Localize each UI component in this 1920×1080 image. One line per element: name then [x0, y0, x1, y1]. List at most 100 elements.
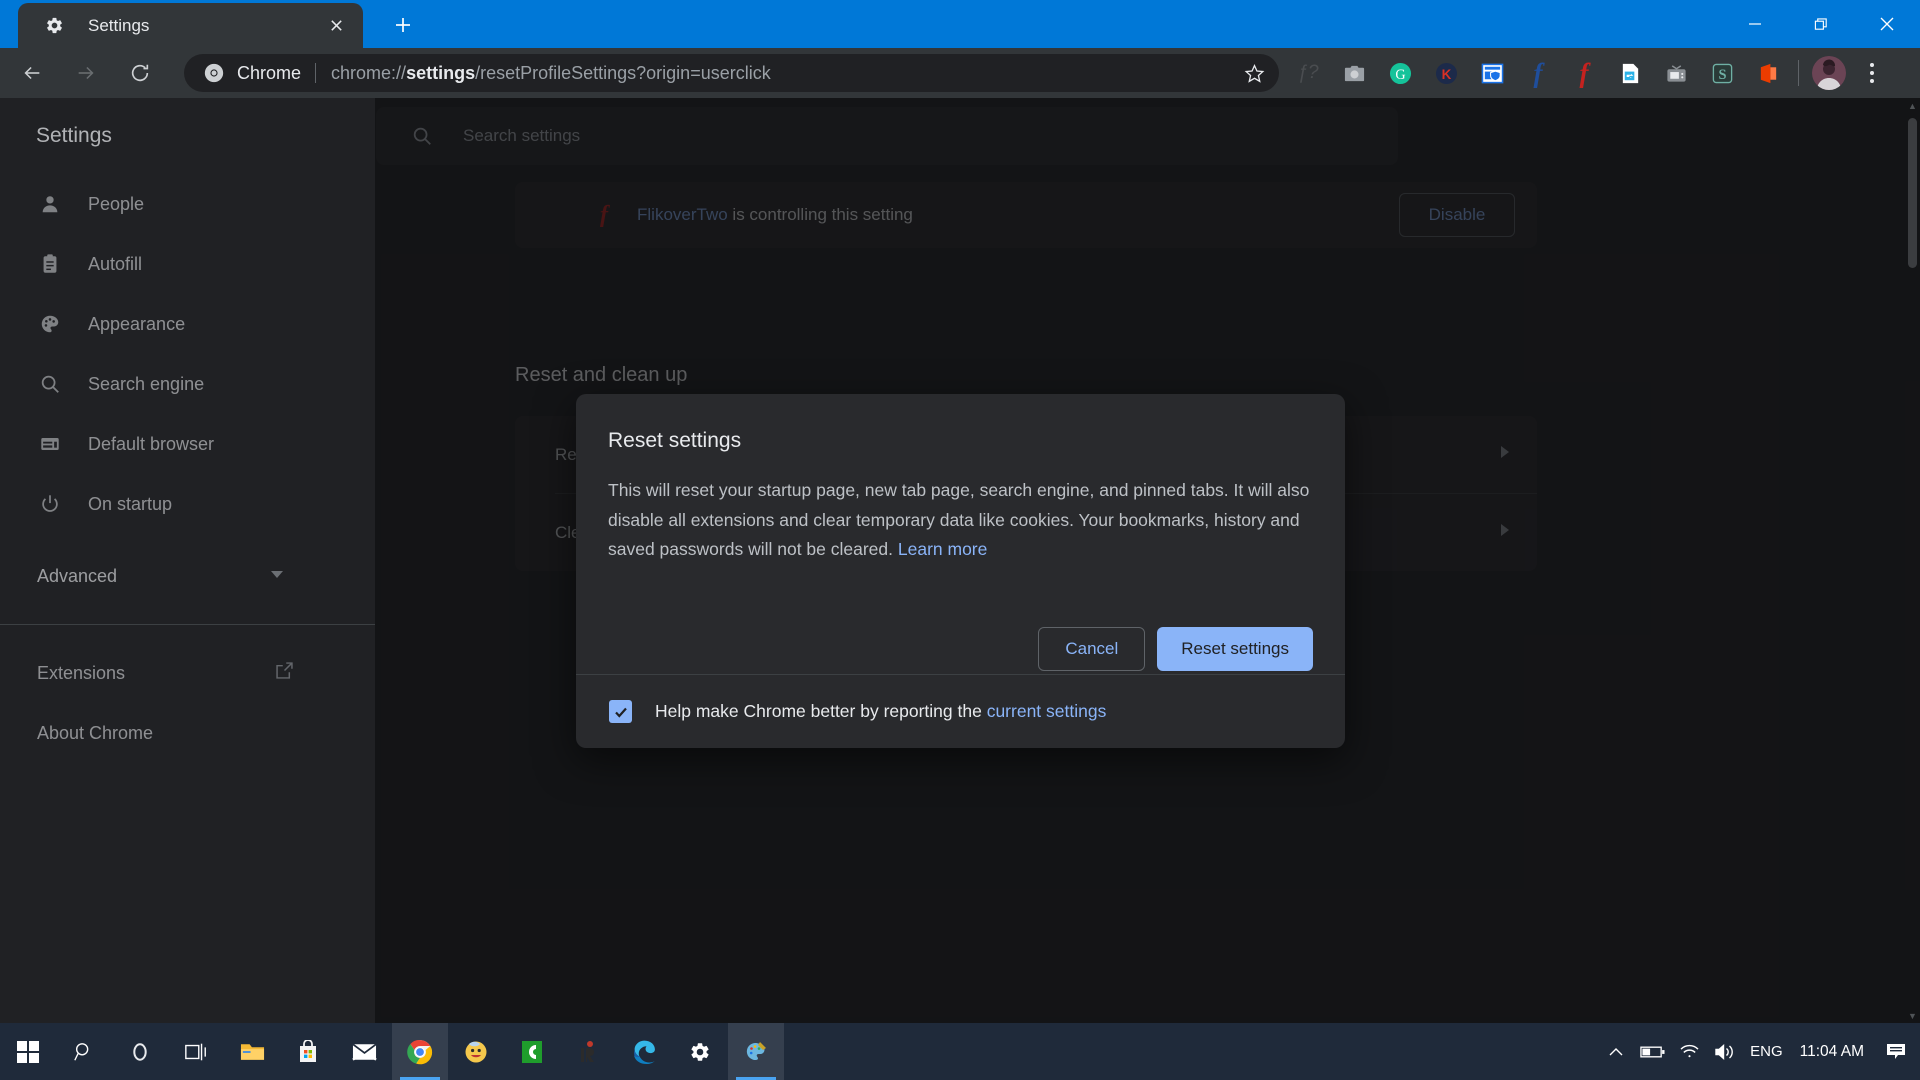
dialog-actions: Cancel Reset settings: [1038, 627, 1313, 671]
mail-button[interactable]: [336, 1023, 392, 1080]
reset-settings-confirm-button[interactable]: Reset settings: [1157, 627, 1313, 671]
task-view-button[interactable]: [168, 1023, 224, 1080]
start-button[interactable]: [0, 1023, 56, 1080]
browser-title-bar: Settings: [0, 0, 1920, 48]
forward-button[interactable]: [64, 51, 108, 95]
language-indicator[interactable]: ENG: [1743, 1023, 1790, 1080]
video-extension-icon[interactable]: [1653, 51, 1699, 95]
dialog-body: This will reset your startup page, new t…: [608, 480, 1310, 559]
sidebar-item-label: Search engine: [88, 373, 205, 394]
power-icon: [37, 493, 63, 515]
palette-icon: [37, 313, 63, 335]
omnibox-url: chrome://settings/resetProfileSettings?o…: [331, 62, 771, 83]
office-extension-icon[interactable]: [1745, 51, 1791, 95]
back-button[interactable]: [10, 51, 54, 95]
edge-button[interactable]: [616, 1023, 672, 1080]
sidebar-item-label: Appearance: [88, 313, 186, 334]
sidebar-item-extensions[interactable]: Extensions: [0, 643, 375, 703]
grammarly-extension-icon[interactable]: G: [1377, 51, 1423, 95]
sidebar-divider: [0, 624, 375, 625]
minimize-button[interactable]: [1722, 0, 1788, 48]
report-settings-label: Help make Chrome better by reporting the…: [655, 701, 1107, 721]
sidebar-item-label: Autofill: [88, 253, 143, 274]
facebook-blue-extension-icon[interactable]: f: [1515, 51, 1561, 95]
page-title: Settings: [36, 124, 112, 147]
sidebar-item-about-chrome[interactable]: About Chrome: [0, 703, 375, 763]
kaspersky-extension-icon[interactable]: K: [1423, 51, 1469, 95]
sidebar-item-advanced[interactable]: Advanced: [0, 546, 375, 606]
green-app-button[interactable]: [504, 1023, 560, 1080]
sidebar-item-label: Advanced: [37, 565, 118, 586]
person-icon: [37, 193, 63, 215]
windows-defender-extension-icon[interactable]: [1469, 51, 1515, 95]
search-icon: [37, 373, 63, 395]
cortana-button[interactable]: [112, 1023, 168, 1080]
learn-more-link[interactable]: Learn more: [898, 539, 988, 559]
svg-text:G: G: [1395, 66, 1405, 82]
dialog-footer: Help make Chrome better by reporting the…: [576, 674, 1345, 748]
windows-taskbar: ENG 11:04 AM: [0, 1023, 1920, 1080]
sidebar-item-default-browser[interactable]: Default browser: [0, 414, 375, 474]
sidebar-item-label: Extensions: [37, 662, 126, 683]
omnibox-separator: [315, 63, 317, 83]
volume-icon[interactable]: [1707, 1023, 1743, 1080]
chevron-up-icon[interactable]: [1599, 1023, 1633, 1080]
browser-tab-settings[interactable]: Settings: [18, 3, 363, 48]
microsoft-store-button[interactable]: [280, 1023, 336, 1080]
download-extension-icon[interactable]: [1607, 51, 1653, 95]
star-icon[interactable]: [1239, 58, 1269, 88]
paint-button[interactable]: [728, 1023, 784, 1080]
camera-extension-icon[interactable]: [1331, 51, 1377, 95]
sidebar-item-on-startup[interactable]: On startup: [0, 474, 375, 534]
sketchful-extension-icon[interactable]: S: [1699, 51, 1745, 95]
wifi-icon[interactable]: [1672, 1023, 1707, 1080]
browser-toolbar: Chrome chrome://settings/resetProfileSet…: [0, 48, 1920, 98]
gear-icon: [44, 16, 64, 36]
tab-title: Settings: [88, 15, 150, 35]
sidebar-item-people[interactable]: People: [0, 174, 375, 234]
show-desktop-button[interactable]: [1914, 1023, 1920, 1080]
sidebar-item-label: On startup: [88, 493, 173, 514]
new-tab-button[interactable]: [385, 8, 421, 42]
sidebar-item-label: About Chrome: [37, 722, 154, 743]
current-settings-link[interactable]: current settings: [987, 701, 1107, 721]
sidebar-item-appearance[interactable]: Appearance: [0, 294, 375, 354]
flikover-red-extension-icon[interactable]: f: [1561, 51, 1607, 95]
sidebar-item-label: Default browser: [88, 433, 215, 454]
notification-icon[interactable]: [1878, 1023, 1914, 1080]
battery-icon[interactable]: [1633, 1023, 1672, 1080]
omnibox-scheme-label: Chrome: [237, 62, 302, 83]
sidebar-item-autofill[interactable]: Autofill: [0, 234, 375, 294]
chrome-logo-icon: [204, 63, 224, 83]
reload-button[interactable]: [118, 51, 162, 95]
maximize-restore-button[interactable]: [1788, 0, 1854, 48]
clock[interactable]: 11:04 AM: [1790, 1023, 1878, 1080]
chevron-down-icon: [269, 566, 285, 587]
open-in-new-icon: [274, 660, 295, 686]
sidebar-item-search-engine[interactable]: Search engine: [0, 354, 375, 414]
chrome-button[interactable]: [392, 1023, 448, 1080]
sidebar-item-label: People: [88, 193, 145, 214]
dialog-title: Reset settings: [608, 429, 742, 452]
emoji-app-button[interactable]: [448, 1023, 504, 1080]
close-icon[interactable]: [319, 9, 353, 43]
cancel-button[interactable]: Cancel: [1038, 627, 1146, 671]
clipboard-icon: [37, 253, 63, 275]
file-explorer-button[interactable]: [224, 1023, 280, 1080]
address-bar[interactable]: Chrome chrome://settings/resetProfileSet…: [184, 54, 1279, 92]
search-button[interactable]: [56, 1023, 112, 1080]
three-dots-icon[interactable]: [1852, 51, 1892, 95]
avatar[interactable]: [1806, 51, 1852, 95]
jr-app-button[interactable]: [560, 1023, 616, 1080]
close-window-button[interactable]: [1854, 0, 1920, 48]
toolbar-divider: [1798, 60, 1799, 86]
report-settings-checkbox[interactable]: [609, 700, 632, 723]
puzzle-extension-icon[interactable]: ƒ?: [1285, 51, 1331, 95]
settings-button[interactable]: [672, 1023, 728, 1080]
settings-sidebar: People Autofill Appearance Search engine…: [0, 174, 375, 1023]
reset-settings-dialog: Reset settings This will reset your star…: [576, 394, 1345, 748]
svg-text:S: S: [1718, 66, 1726, 82]
window-controls: [1722, 0, 1920, 48]
check-icon: [614, 707, 627, 718]
svg-text:K: K: [1441, 66, 1451, 81]
